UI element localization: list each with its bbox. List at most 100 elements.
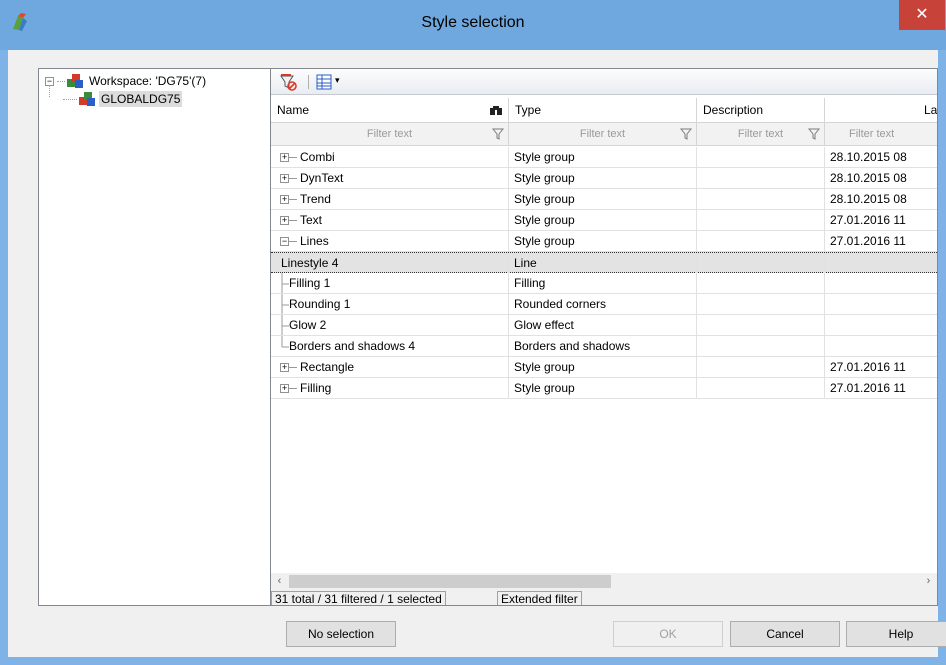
cell-type: Style group bbox=[509, 378, 697, 398]
cell-name: Rounding 1 bbox=[271, 294, 509, 314]
tree-connector bbox=[289, 388, 297, 390]
cell-last-modified: 28.10.2015 08 bbox=[825, 168, 937, 188]
cell-name: + Rectangle bbox=[271, 357, 509, 377]
tree-node-workspace[interactable]: − Workspace: 'DG75'(7) bbox=[45, 72, 208, 90]
funnel-icon[interactable] bbox=[492, 128, 504, 140]
cell-name: Borders and shadows 4 bbox=[271, 336, 509, 356]
ok-button[interactable]: OK bbox=[613, 621, 723, 647]
binoculars-icon[interactable] bbox=[490, 105, 502, 115]
tree-connector bbox=[289, 157, 297, 159]
cell-description bbox=[697, 253, 825, 273]
scroll-thumb[interactable] bbox=[289, 575, 611, 588]
close-button[interactable]: ✕ bbox=[899, 0, 945, 30]
project-icon bbox=[79, 92, 95, 106]
cell-type: Style group bbox=[509, 168, 697, 188]
row-name-label: Filling bbox=[300, 381, 332, 395]
cell-description bbox=[697, 210, 825, 230]
row-name-label: Trend bbox=[300, 192, 331, 206]
column-header-description[interactable]: Description bbox=[697, 98, 825, 123]
filter-placeholder: Filter text bbox=[849, 128, 895, 140]
cell-last-modified: 28.10.2015 08 bbox=[825, 189, 937, 209]
row-name-label: Combi bbox=[300, 150, 335, 164]
funnel-icon[interactable] bbox=[808, 128, 820, 140]
toolbar-separator bbox=[308, 75, 309, 89]
workspace-icon bbox=[67, 74, 83, 88]
filter-input-last-modified[interactable]: Filter text bbox=[825, 123, 937, 146]
cell-type: Style group bbox=[509, 147, 697, 167]
grid-toolbar: ▾ bbox=[271, 69, 937, 95]
filter-row: Filter text Filter text Filter text Filt… bbox=[271, 123, 937, 146]
filter-input-type[interactable]: Filter text bbox=[509, 123, 697, 146]
row-name-label: DynText bbox=[300, 171, 344, 185]
table-row[interactable]: + DynText Style group 28.10.2015 08 bbox=[271, 168, 937, 189]
filter-input-description[interactable]: Filter text bbox=[697, 123, 825, 146]
tree-label-workspace: Workspace: 'DG75'(7) bbox=[89, 74, 207, 88]
table-row[interactable]: + Trend Style group 28.10.2015 08 bbox=[271, 189, 937, 210]
table-row[interactable]: Rounding 1 Rounded corners bbox=[271, 294, 937, 315]
cell-description bbox=[697, 168, 825, 188]
tree-connector bbox=[281, 273, 289, 293]
scroll-left-arrow[interactable]: ‹ bbox=[271, 573, 288, 590]
tree-connector bbox=[281, 294, 289, 314]
cell-description bbox=[697, 189, 825, 209]
expand-icon[interactable]: + bbox=[280, 153, 289, 163]
expand-icon[interactable]: + bbox=[280, 363, 289, 373]
table-row[interactable]: + Combi Style group 28.10.2015 08 bbox=[271, 147, 937, 168]
no-selection-button[interactable]: No selection bbox=[286, 621, 396, 647]
cell-type: Style group bbox=[509, 189, 697, 209]
filter-remove-icon[interactable] bbox=[279, 73, 297, 91]
cell-last-modified bbox=[825, 253, 937, 273]
horizontal-scrollbar[interactable]: ‹ › bbox=[271, 573, 937, 590]
table-row[interactable]: Linestyle 4 Line bbox=[271, 252, 937, 273]
help-button[interactable]: Help bbox=[846, 621, 946, 647]
table-row[interactable]: + Rectangle Style group 27.01.2016 11 bbox=[271, 357, 937, 378]
table-row[interactable]: Glow 2 Glow effect bbox=[271, 315, 937, 336]
table-row[interactable]: + Filling Style group 27.01.2016 11 bbox=[271, 378, 937, 399]
cell-type: Rounded corners bbox=[509, 294, 697, 314]
tree-connector bbox=[289, 199, 297, 201]
table-row[interactable]: + Text Style group 27.01.2016 11 bbox=[271, 210, 937, 231]
expand-icon[interactable]: + bbox=[280, 195, 289, 205]
chevron-down-icon[interactable]: ▾ bbox=[335, 75, 340, 86]
table-row[interactable]: − Lines Style group 27.01.2016 11 bbox=[271, 231, 937, 252]
row-name-label: Borders and shadows 4 bbox=[289, 339, 416, 353]
title-bar[interactable]: Style selection ✕ bbox=[0, 0, 946, 50]
tree-connector bbox=[281, 336, 289, 348]
cell-description bbox=[697, 231, 825, 251]
cell-type: Style group bbox=[509, 357, 697, 377]
row-name-label: Linestyle 4 bbox=[281, 256, 339, 270]
window-title: Style selection bbox=[421, 14, 525, 31]
dialog-body: − Workspace: 'DG75'(7) GLOBALDG75 ▾ Name… bbox=[8, 50, 946, 657]
table-row[interactable]: Filling 1 Filling bbox=[271, 273, 937, 294]
table-row[interactable]: Borders and shadows 4 Borders and shadows bbox=[271, 336, 937, 357]
extended-filter-button[interactable]: Extended filter bbox=[497, 591, 582, 605]
funnel-icon[interactable] bbox=[680, 128, 692, 140]
tree-node-project[interactable]: GLOBALDG75 bbox=[63, 90, 183, 108]
column-header-name[interactable]: Name bbox=[271, 98, 509, 123]
cell-description bbox=[697, 336, 825, 356]
collapse-icon[interactable]: − bbox=[280, 237, 289, 247]
column-header-type[interactable]: Type bbox=[509, 98, 697, 123]
column-chooser-icon[interactable] bbox=[315, 73, 333, 91]
workspace-tree[interactable]: − Workspace: 'DG75'(7) GLOBALDG75 bbox=[38, 68, 272, 606]
expand-icon[interactable]: + bbox=[280, 174, 289, 184]
filter-input-name[interactable]: Filter text bbox=[271, 123, 509, 146]
tree-connector bbox=[281, 315, 289, 335]
column-header-last-modified[interactable]: Last m bbox=[825, 98, 937, 123]
filter-placeholder: Filter text bbox=[737, 128, 784, 140]
status-bar: 31 total / 31 filtered / 1 selected Exte… bbox=[271, 590, 937, 605]
scroll-right-arrow[interactable]: › bbox=[920, 573, 937, 590]
expand-icon[interactable]: + bbox=[280, 384, 289, 394]
cell-last-modified bbox=[825, 315, 937, 335]
status-counts: 31 total / 31 filtered / 1 selected bbox=[271, 591, 446, 605]
cancel-button[interactable]: Cancel bbox=[730, 621, 840, 647]
tree-vertical-connector bbox=[49, 85, 50, 97]
row-name-label: Lines bbox=[300, 234, 329, 248]
cell-name: Filling 1 bbox=[271, 273, 509, 293]
cell-last-modified: 28.10.2015 08 bbox=[825, 147, 937, 167]
tree-connector bbox=[57, 80, 65, 82]
expand-icon[interactable]: + bbox=[280, 216, 289, 226]
cell-type: Glow effect bbox=[509, 315, 697, 335]
row-name-label: Glow 2 bbox=[289, 318, 327, 332]
cell-type: Borders and shadows bbox=[509, 336, 697, 356]
